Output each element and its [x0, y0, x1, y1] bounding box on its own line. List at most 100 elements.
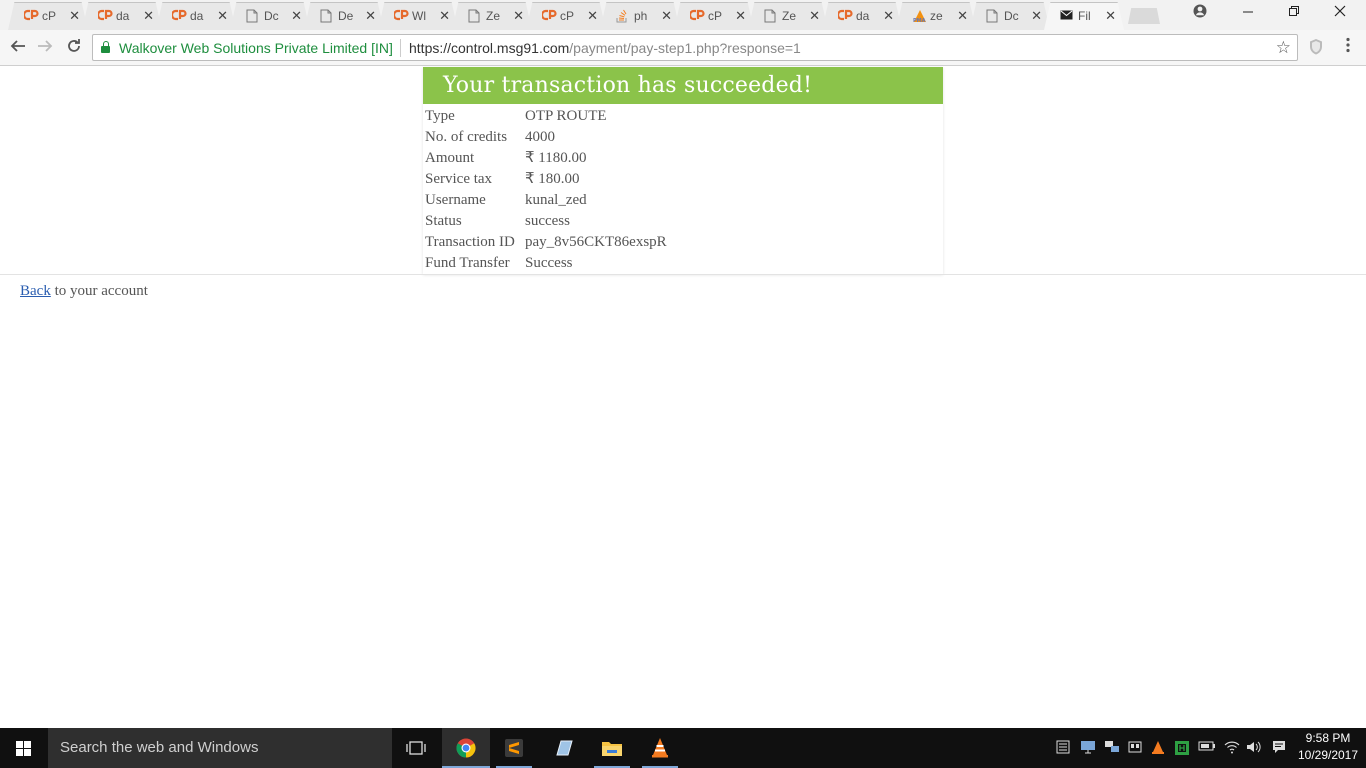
tray-notifications-icon[interactable] — [1272, 740, 1286, 757]
close-tab-icon[interactable]: ✕ — [291, 8, 302, 24]
browser-tab[interactable]: cP ✕ — [674, 2, 754, 30]
minimize-icon[interactable] — [1228, 4, 1268, 20]
taskbar-clock[interactable]: 9:58 PM 10/29/2017 — [1296, 730, 1360, 764]
chrome-menu-icon[interactable] — [1340, 37, 1356, 56]
close-tab-icon[interactable]: ✕ — [661, 8, 672, 24]
tab-title: De — [338, 9, 354, 23]
url-path: /payment/pay-step1.php?response=1 — [569, 40, 801, 56]
detail-row: Type OTP ROUTE — [423, 106, 943, 127]
close-tab-icon[interactable]: ✕ — [143, 8, 154, 24]
detail-label: Username — [425, 192, 486, 208]
detail-value: pay_8v56CKT86exspR — [525, 234, 667, 250]
certificate-name[interactable]: Walkover Web Solutions Private Limited [… — [119, 40, 393, 56]
close-tab-icon[interactable]: ✕ — [439, 8, 450, 24]
tab-title: cP — [560, 9, 575, 23]
reload-icon[interactable] — [63, 38, 85, 57]
taskbar-search-box[interactable]: Search the web and Windows — [48, 728, 392, 768]
close-tab-icon[interactable]: ✕ — [587, 8, 598, 24]
browser-toolbar: Walkover Web Solutions Private Limited [… — [0, 30, 1366, 66]
bookmark-star-icon[interactable]: ☆ — [1276, 38, 1291, 58]
clock-time: 9:58 PM — [1305, 731, 1351, 745]
tray-vlc-icon[interactable] — [1152, 740, 1164, 757]
page-content: Your transaction has succeeded! Type OTP … — [0, 67, 1366, 728]
close-tab-icon[interactable]: ✕ — [365, 8, 376, 24]
clock-date: 10/29/2017 — [1297, 748, 1359, 762]
close-tab-icon[interactable]: ✕ — [735, 8, 746, 24]
document-icon — [986, 9, 1002, 23]
vlc-icon[interactable] — [636, 728, 684, 768]
tray-network-icon[interactable] — [1104, 740, 1120, 757]
tray-calculator-icon[interactable] — [1056, 740, 1070, 757]
detail-label: Status — [425, 213, 462, 229]
document-icon — [764, 9, 780, 23]
sublime-text-icon[interactable] — [490, 728, 538, 768]
back-link[interactable]: Back — [20, 283, 51, 299]
address-bar[interactable]: Walkover Web Solutions Private Limited [… — [92, 34, 1298, 61]
chrome-taskbar-icon[interactable] — [442, 728, 490, 768]
back-suffix: to your account — [50, 283, 148, 299]
browser-tab[interactable]: ph ✕ — [600, 2, 680, 30]
close-tab-icon[interactable]: ✕ — [1105, 8, 1116, 24]
close-tab-icon[interactable]: ✕ — [883, 8, 894, 24]
browser-tab[interactable]: Dc ✕ — [970, 2, 1050, 30]
detail-row: Fund Transfer Success — [423, 253, 943, 274]
cpanel-icon — [540, 9, 558, 23]
detail-value: 4000 — [525, 129, 555, 145]
tray-volume-icon[interactable] — [1246, 740, 1262, 757]
file-explorer-icon[interactable] — [588, 728, 636, 768]
browser-tab[interactable]: cP ✕ — [8, 2, 88, 30]
browser-tab[interactable]: Wl ✕ — [378, 2, 458, 30]
cpanel-icon — [96, 9, 114, 23]
browser-tab[interactable]: da ✕ — [156, 2, 236, 30]
cpanel-icon — [836, 9, 854, 23]
tab-title: da — [190, 9, 204, 23]
forward-arrow-icon[interactable] — [34, 38, 56, 57]
stackoverflow-icon — [616, 9, 632, 23]
transaction-heading: Your transaction has succeeded! — [423, 67, 943, 104]
detail-value: Success — [525, 255, 573, 271]
new-tab-button[interactable] — [1128, 8, 1160, 24]
tab-title: cP — [42, 9, 57, 23]
browser-tab[interactable]: Dc ✕ — [230, 2, 310, 30]
tray-display-icon[interactable] — [1080, 740, 1096, 757]
close-tab-icon[interactable]: ✕ — [513, 8, 524, 24]
close-tab-icon[interactable]: ✕ — [69, 8, 80, 24]
url-text[interactable]: https://control.msg91.com/payment/pay-st… — [409, 40, 801, 56]
detail-value: ₹ 180.00 — [525, 171, 580, 187]
app-icon[interactable] — [540, 728, 588, 768]
close-tab-icon[interactable]: ✕ — [809, 8, 820, 24]
back-arrow-icon[interactable] — [7, 38, 29, 57]
browser-tab[interactable]: da ✕ — [822, 2, 902, 30]
detail-label: Amount — [425, 150, 475, 166]
close-window-icon[interactable] — [1320, 4, 1360, 20]
close-tab-icon[interactable]: ✕ — [1031, 8, 1042, 24]
browser-tab[interactable]: Ze ✕ — [452, 2, 532, 30]
close-tab-icon[interactable]: ✕ — [217, 8, 228, 24]
tab-title: Ze — [782, 9, 797, 23]
transaction-details: Type OTP ROUTE No. of credits 4000 Amount ₹ 1… — [423, 104, 943, 274]
browser-tab[interactable]: De ✕ — [304, 2, 384, 30]
tab-title: Fil — [1078, 9, 1091, 23]
tray-battery-icon[interactable] — [1198, 740, 1216, 755]
detail-label: Transaction ID — [425, 234, 515, 250]
browser-tab[interactable]: Ze ✕ — [748, 2, 828, 30]
close-tab-icon[interactable]: ✕ — [957, 8, 968, 24]
start-button[interactable] — [0, 728, 48, 768]
browser-tab[interactable]: cP ✕ — [526, 2, 606, 30]
document-icon — [246, 9, 262, 23]
restore-icon[interactable] — [1274, 4, 1314, 20]
task-view-icon[interactable] — [392, 728, 440, 768]
detail-row: No. of credits 4000 — [423, 127, 943, 148]
user-profile-icon[interactable] — [1180, 4, 1220, 21]
url-host: https://control.msg91.com — [409, 40, 570, 56]
tray-storage-icon[interactable] — [1128, 740, 1142, 757]
lock-icon[interactable] — [101, 41, 110, 53]
tray-green-app-icon[interactable] — [1174, 740, 1190, 759]
browser-tab[interactable]: da ✕ — [82, 2, 162, 30]
shield-extension-icon[interactable] — [1308, 38, 1324, 56]
browser-tab[interactable]: PMA ze ✕ — [896, 2, 976, 30]
browser-tab[interactable]: Fil ✕ — [1044, 2, 1124, 30]
cpanel-icon — [170, 9, 188, 23]
tab-title: da — [856, 9, 870, 23]
tray-wifi-icon[interactable] — [1224, 740, 1240, 757]
